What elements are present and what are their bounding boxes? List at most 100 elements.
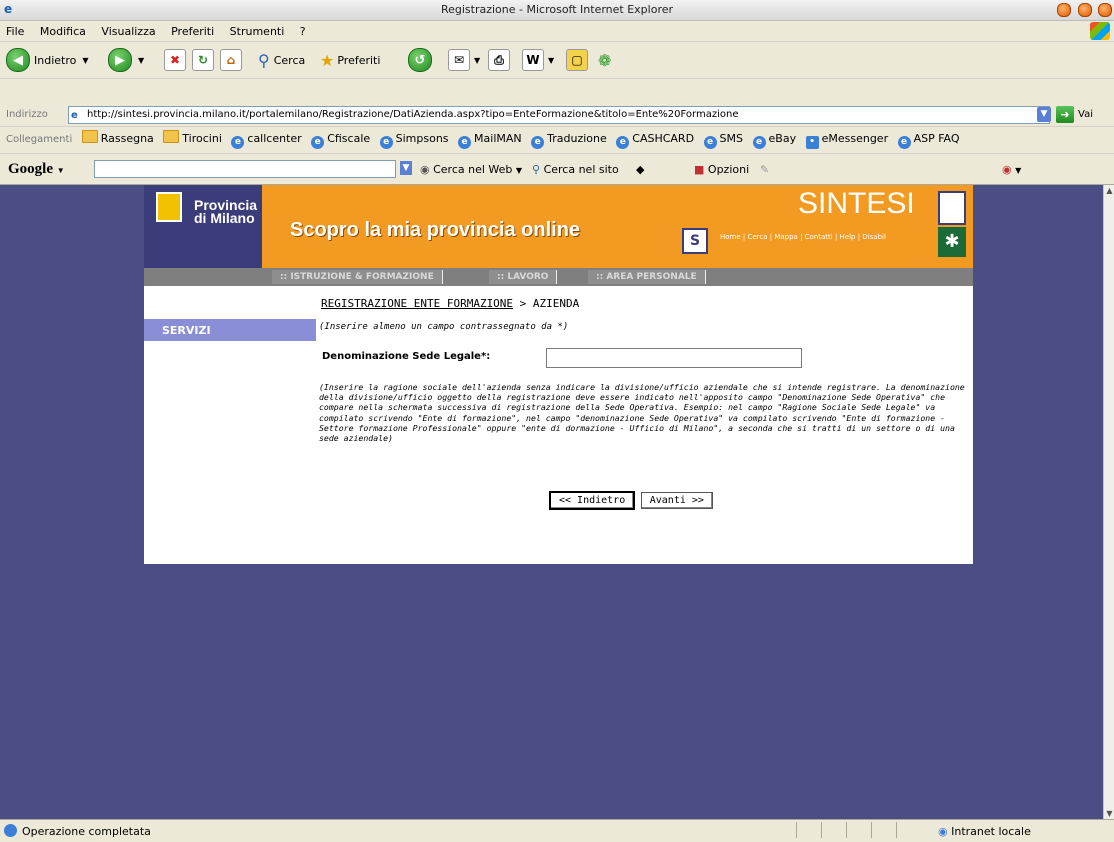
- denominazione-label: Denominazione Sede Legale*:: [322, 351, 491, 362]
- minimize-button[interactable]: [1057, 3, 1071, 17]
- go-arrow-icon[interactable]: ➜: [1056, 106, 1074, 123]
- close-button[interactable]: [1098, 3, 1112, 17]
- discuss-button[interactable]: ▢: [566, 48, 588, 72]
- maximize-button[interactable]: [1077, 3, 1092, 17]
- history-button[interactable]: ↺: [408, 48, 432, 72]
- menu-modifica[interactable]: Modifica: [34, 21, 92, 38]
- menu-strumenti[interactable]: Strumenti: [224, 21, 291, 38]
- search-web-label: Cerca nel Web: [433, 163, 513, 176]
- next-form-button[interactable]: Avanti >>: [640, 492, 713, 509]
- link-label: MailMAN: [474, 132, 522, 145]
- back-button[interactable]: ◀ Indietro ▼: [6, 48, 89, 72]
- mail-button[interactable]: ✉ ▼: [448, 48, 480, 72]
- tab-area-personale[interactable]: :: AREA PERSONALE: [588, 270, 706, 284]
- edit-dropdown-icon[interactable]: ▼: [548, 56, 554, 65]
- ie-page-icon: e: [311, 136, 325, 149]
- link-cfiscale[interactable]: e Cfiscale: [311, 132, 370, 149]
- google-options-button[interactable]: ■ Opzioni: [694, 163, 749, 176]
- note-icon: ▢: [566, 49, 588, 71]
- form-buttons: << Indietro Avanti >>: [549, 491, 715, 510]
- home-button[interactable]: ⌂: [220, 48, 242, 72]
- messenger-button[interactable]: ❁: [598, 48, 611, 72]
- refresh-icon: ↻: [192, 49, 214, 71]
- forward-arrow-icon: ▶: [108, 48, 132, 72]
- forward-dropdown-icon[interactable]: ▼: [138, 56, 144, 65]
- menu-help[interactable]: ?: [294, 21, 312, 38]
- top-links[interactable]: Home | Cerca | Mappa | Contatti | Help |…: [720, 233, 886, 241]
- menu-bar: File Modifica Visualizza Preferiti Strum…: [0, 21, 1114, 42]
- address-url: http://sintesi.provincia.milano.it/porta…: [87, 109, 739, 120]
- back-arrow-icon: ◀: [6, 48, 30, 72]
- link-sms[interactable]: e SMS: [703, 132, 743, 149]
- google-pagerank-icon: ◆: [636, 163, 645, 176]
- favorites-button[interactable]: ★ Preferiti: [320, 48, 380, 72]
- favorites-label: Preferiti: [337, 53, 381, 67]
- scroll-down-icon[interactable]: ▼: [1105, 809, 1114, 818]
- print-button[interactable]: ⎙: [488, 48, 510, 72]
- address-dropdown-icon[interactable]: ▼: [1037, 107, 1051, 122]
- menu-visualizza[interactable]: Visualizza: [95, 21, 161, 38]
- link-aspfaq[interactable]: e ASP FAQ: [897, 132, 960, 149]
- link-traduzione[interactable]: e Traduzione: [531, 132, 607, 149]
- link-rassegna[interactable]: Rassegna: [81, 130, 154, 145]
- folder-icon: [163, 130, 180, 143]
- options-icon: ■: [694, 163, 705, 176]
- link-label: eBay: [768, 132, 797, 145]
- page-icon: e: [71, 110, 78, 121]
- home-icon: ⌂: [220, 49, 242, 71]
- link-simpsons[interactable]: e Simpsons: [379, 132, 449, 149]
- security-zone[interactable]: ◉ Intranet locale: [938, 825, 1031, 838]
- search-web-dropdown-icon[interactable]: ▼: [516, 166, 522, 175]
- link-cashcard[interactable]: e CASHCARD: [616, 132, 694, 149]
- stop-button[interactable]: ✖: [164, 48, 186, 72]
- google-search-site-button[interactable]: ⚲ Cerca nel sito: [532, 163, 619, 176]
- scroll-up-icon[interactable]: ▲: [1105, 186, 1114, 195]
- site-search-icon: ⚲: [532, 163, 541, 176]
- link-mailman[interactable]: e MailMAN: [458, 132, 522, 149]
- ie-page-icon: e: [616, 136, 630, 149]
- vertical-scrollbar[interactable]: ▲ ▼: [1103, 185, 1114, 819]
- breadcrumb-current: > AZIENDA: [513, 297, 580, 310]
- google-logo-text: Google: [8, 161, 53, 177]
- search-button[interactable]: ⚲ Cerca: [258, 48, 305, 72]
- link-label: CASHCARD: [632, 132, 695, 145]
- denominazione-input[interactable]: [546, 348, 802, 368]
- back-form-button[interactable]: << Indietro: [549, 491, 636, 510]
- forward-button[interactable]: ▶ ▼: [108, 48, 144, 72]
- sidebar-servizi-label: SERVIZI: [162, 324, 211, 337]
- google-search-input[interactable]: [94, 160, 396, 178]
- provincia-brand[interactable]: Provincia di Milano: [194, 198, 257, 225]
- ie-page-icon: e: [458, 136, 472, 149]
- sidebar-servizi[interactable]: SERVIZI: [144, 319, 316, 341]
- accessibility-icon[interactable]: ✱: [938, 227, 966, 257]
- menu-preferiti[interactable]: Preferiti: [165, 21, 220, 38]
- sintesi-logo[interactable]: SINTESI: [798, 187, 915, 221]
- link-tirocini[interactable]: Tirocini: [163, 130, 222, 145]
- tab-lavoro[interactable]: :: LAVORO: [489, 270, 558, 284]
- mail-dropdown-icon[interactable]: ▼: [474, 56, 480, 65]
- google-logo[interactable]: Google ▼: [8, 161, 65, 178]
- link-ebay[interactable]: e eBay: [752, 132, 797, 149]
- address-input[interactable]: e http://sintesi.provincia.milano.it/por…: [68, 106, 1050, 124]
- windows-logo-icon: [1090, 22, 1110, 40]
- options-label: Opzioni: [707, 163, 750, 176]
- google-dropdown-icon[interactable]: ▼: [400, 161, 412, 175]
- address-bar: Indirizzo e http://sintesi.provincia.mil…: [0, 104, 1114, 127]
- back-dropdown-icon[interactable]: ▼: [82, 56, 88, 65]
- refresh-button[interactable]: ↻: [192, 48, 214, 72]
- popup-blocker-icon[interactable]: ◉ ▼: [1002, 163, 1021, 176]
- ie-page-icon: e: [379, 136, 393, 149]
- tab-istruzione-formazione[interactable]: :: ISTRUZIONE & FORMAZIONE: [272, 270, 443, 284]
- pencil-icon[interactable]: ✎: [760, 163, 769, 176]
- link-emessenger[interactable]: • eMessenger: [805, 132, 888, 149]
- breadcrumb-link[interactable]: REGISTRAZIONE ENTE FORMAZIONE: [321, 297, 513, 310]
- link-callcenter[interactable]: e callcenter: [231, 132, 302, 149]
- go-label[interactable]: Vai: [1078, 109, 1093, 120]
- menu-file[interactable]: File: [0, 21, 30, 38]
- google-menu-icon: ▼: [56, 166, 65, 175]
- folder-icon: [81, 130, 98, 143]
- google-search-web-button[interactable]: ◉ Cerca nel Web ▼: [420, 163, 522, 176]
- messenger-page-icon: •: [805, 136, 819, 149]
- edit-button[interactable]: W ▼: [522, 48, 554, 72]
- links-label: Collegamenti: [6, 134, 73, 145]
